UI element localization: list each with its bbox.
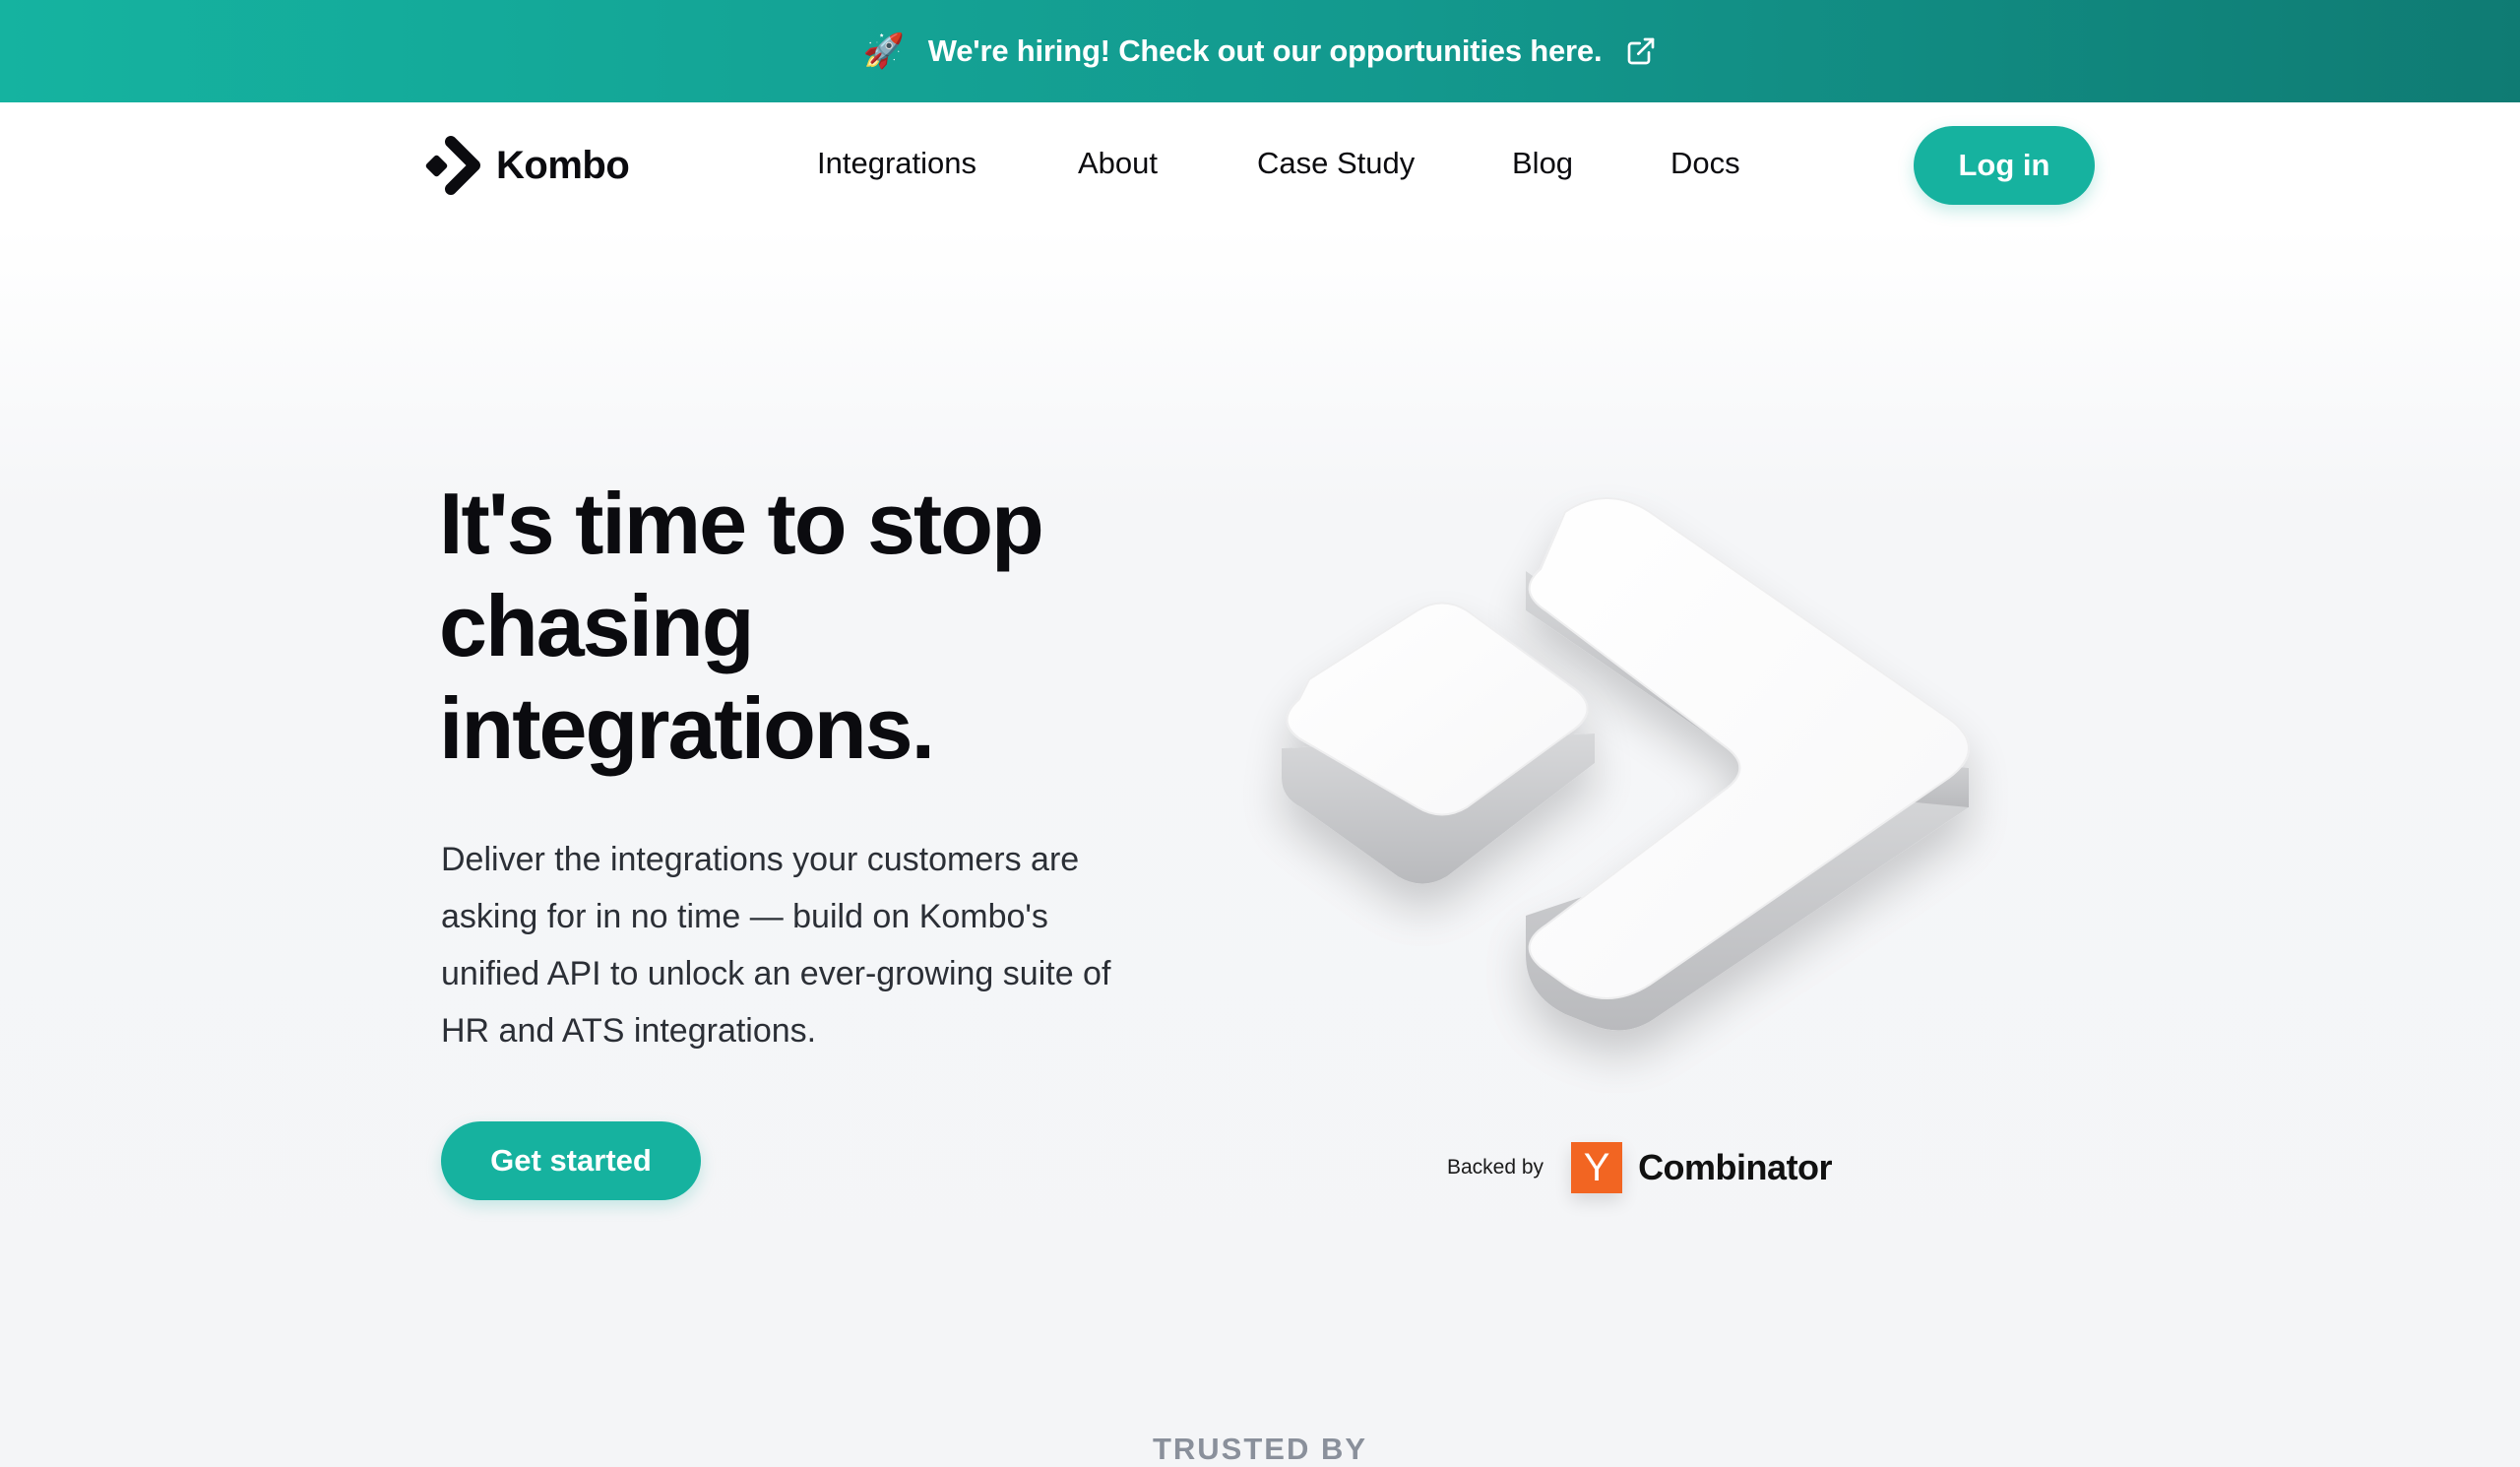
hero-title: It's time to stop chasing integrations. bbox=[439, 475, 1044, 777]
trusted-by-heading: TRUSTED BY bbox=[1152, 1432, 1368, 1466]
y-combinator-icon: Y bbox=[1571, 1142, 1623, 1193]
announcement-bar[interactable]: 🚀 We're hiring! Check out our opportunit… bbox=[0, 0, 2520, 102]
nav-link-integrations[interactable]: Integrations bbox=[817, 146, 976, 181]
rocket-icon: 🚀 bbox=[862, 32, 905, 70]
nav-link-about[interactable]: About bbox=[1078, 146, 1158, 181]
brand-name: Kombo bbox=[496, 143, 630, 187]
nav-link-case-study[interactable]: Case Study bbox=[1257, 146, 1415, 181]
nav-link-docs[interactable]: Docs bbox=[1670, 146, 1740, 181]
kombo-3d-logo-icon bbox=[1282, 497, 1970, 1031]
backed-by[interactable]: Backed by Y Combinator bbox=[1447, 1140, 1833, 1195]
login-button[interactable]: Log in bbox=[1914, 126, 2095, 205]
navbar: Kombo Integrations About Case Study Blog… bbox=[0, 102, 2520, 230]
backed-by-label: Backed by bbox=[1447, 1156, 1544, 1179]
get-started-button[interactable]: Get started bbox=[441, 1121, 701, 1200]
kombo-logo-icon bbox=[425, 136, 480, 195]
brand-logo[interactable]: Kombo bbox=[425, 134, 630, 197]
hero-description: Deliver the integrations your customers … bbox=[441, 841, 1111, 1050]
nav-link-blog[interactable]: Blog bbox=[1512, 146, 1573, 181]
y-combinator-name: Combinator bbox=[1638, 1147, 1833, 1187]
announcement-text[interactable]: We're hiring! Check out our opportunitie… bbox=[928, 33, 1603, 69]
external-link-icon[interactable] bbox=[1625, 35, 1657, 67]
hero-illustration bbox=[1221, 463, 2008, 1093]
